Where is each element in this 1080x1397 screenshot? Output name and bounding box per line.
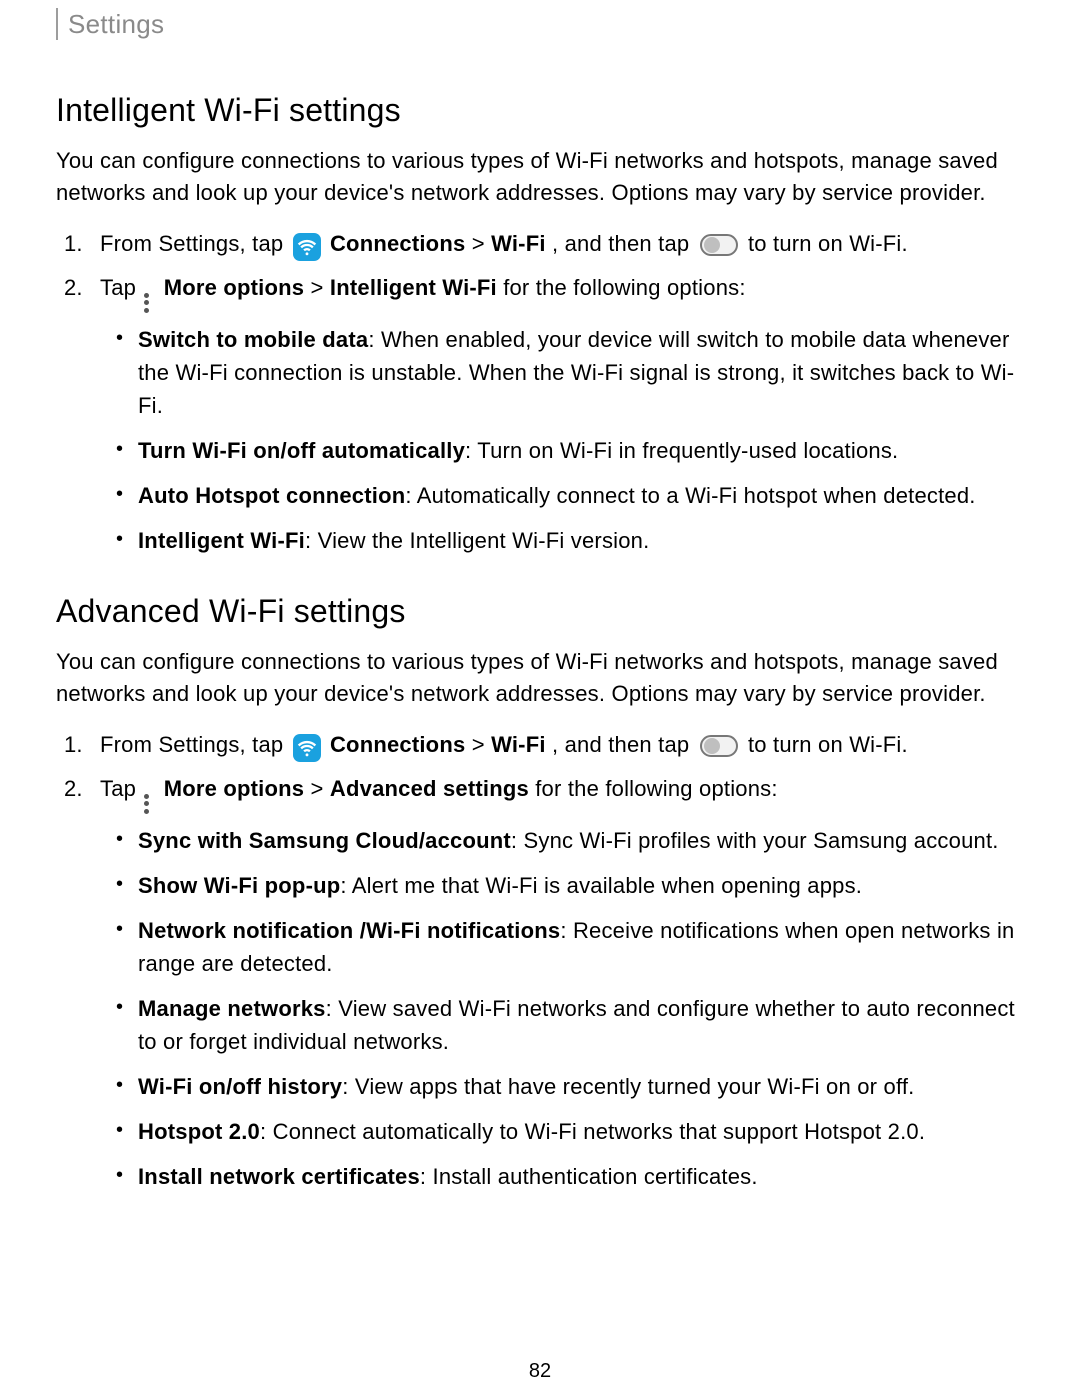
submenu-label: Advanced settings (330, 776, 529, 801)
bullet-item: Wi-Fi on/off history: View apps that hav… (138, 1070, 1024, 1103)
wifi-icon (293, 233, 321, 261)
bullet-text: : Connect automatically to Wi-Fi network… (260, 1119, 925, 1144)
document-page: Settings Intelligent Wi-Fi settings You … (0, 0, 1080, 1397)
breadcrumb-divider (56, 8, 58, 40)
bullet-label: Network notification /Wi-Fi notification… (138, 918, 560, 943)
bullet-item: Hotspot 2.0: Connect automatically to Wi… (138, 1115, 1024, 1148)
bullet-label: Install network certificates (138, 1164, 420, 1189)
breadcrumb: Settings (56, 0, 1024, 40)
more-options-label: More options (164, 275, 305, 300)
step-text: Tap (100, 275, 142, 300)
bullet-text: : Sync Wi-Fi profiles with your Samsung … (511, 828, 999, 853)
step-text: , and then tap (552, 231, 696, 256)
bullet-label: Manage networks (138, 996, 326, 1021)
step-number: 1. (64, 728, 83, 762)
step-number: 2. (64, 772, 83, 806)
bullet-list: Switch to mobile data: When enabled, you… (100, 323, 1024, 557)
separator: > (472, 732, 491, 757)
page-number: 82 (0, 1360, 1080, 1383)
wifi-label: Wi-Fi (491, 732, 546, 757)
bullet-label: Turn Wi-Fi on/off automatically (138, 438, 465, 463)
connections-label: Connections (330, 231, 465, 256)
step-number: 2. (64, 271, 83, 305)
submenu-label: Intelligent Wi-Fi (330, 275, 497, 300)
step-list: 1. From Settings, tap Connections > Wi-F… (56, 728, 1024, 1193)
bullet-list: Sync with Samsung Cloud/account: Sync Wi… (100, 824, 1024, 1193)
connections-label: Connections (330, 732, 465, 757)
step-text: From Settings, tap (100, 231, 290, 256)
step-item: 2. Tap More options > Intelligent Wi-Fi … (100, 271, 1024, 557)
bullet-item: Sync with Samsung Cloud/account: Sync Wi… (138, 824, 1024, 857)
bullet-label: Intelligent Wi-Fi (138, 528, 305, 553)
bullet-item: Install network certificates: Install au… (138, 1160, 1024, 1193)
bullet-label: Sync with Samsung Cloud/account (138, 828, 511, 853)
toggle-off-icon (700, 735, 738, 757)
step-item: 2. Tap More options > Advanced settings … (100, 772, 1024, 1193)
step-item: 1. From Settings, tap Connections > Wi-F… (100, 227, 1024, 261)
step-number: 1. (64, 227, 83, 261)
bullet-item: Turn Wi-Fi on/off automatically: Turn on… (138, 434, 1024, 467)
bullet-item: Switch to mobile data: When enabled, you… (138, 323, 1024, 422)
breadcrumb-text: Settings (68, 9, 164, 40)
bullet-label: Wi-Fi on/off history (138, 1074, 342, 1099)
step-list: 1. From Settings, tap Connections > Wi-F… (56, 227, 1024, 557)
bullet-text: : Automatically connect to a Wi-Fi hotsp… (405, 483, 975, 508)
step-text: to turn on Wi-Fi. (748, 231, 908, 256)
bullet-label: Switch to mobile data (138, 327, 368, 352)
step-text: From Settings, tap (100, 732, 290, 757)
more-options-icon (144, 794, 152, 814)
separator: > (311, 776, 330, 801)
section-heading: Intelligent Wi-Fi settings (56, 92, 1024, 129)
bullet-text: : Install authentication certificates. (420, 1164, 758, 1189)
bullet-item: Network notification /Wi-Fi notification… (138, 914, 1024, 980)
separator: > (311, 275, 330, 300)
step-text: Tap (100, 776, 142, 801)
step-text: to turn on Wi-Fi. (748, 732, 908, 757)
bullet-text: : View apps that have recently turned yo… (342, 1074, 914, 1099)
wifi-icon (293, 734, 321, 762)
bullet-item: Intelligent Wi-Fi: View the Intelligent … (138, 524, 1024, 557)
bullet-item: Auto Hotspot connection: Automatically c… (138, 479, 1024, 512)
step-text: for the following options: (503, 275, 745, 300)
bullet-item: Show Wi-Fi pop-up: Alert me that Wi-Fi i… (138, 869, 1024, 902)
section-intro: You can configure connections to various… (56, 145, 1024, 209)
bullet-text: : Alert me that Wi-Fi is available when … (340, 873, 862, 898)
bullet-item: Manage networks: View saved Wi-Fi networ… (138, 992, 1024, 1058)
more-options-icon (144, 293, 152, 313)
wifi-label: Wi-Fi (491, 231, 546, 256)
bullet-label: Show Wi-Fi pop-up (138, 873, 340, 898)
step-text: for the following options: (535, 776, 777, 801)
bullet-text: : View the Intelligent Wi-Fi version. (305, 528, 649, 553)
section-intro: You can configure connections to various… (56, 646, 1024, 710)
step-item: 1. From Settings, tap Connections > Wi-F… (100, 728, 1024, 762)
bullet-label: Hotspot 2.0 (138, 1119, 260, 1144)
bullet-label: Auto Hotspot connection (138, 483, 405, 508)
bullet-text: : Turn on Wi-Fi in frequently-used locat… (465, 438, 898, 463)
step-text: , and then tap (552, 732, 696, 757)
separator: > (472, 231, 491, 256)
toggle-off-icon (700, 234, 738, 256)
more-options-label: More options (164, 776, 305, 801)
section-heading: Advanced Wi-Fi settings (56, 593, 1024, 630)
